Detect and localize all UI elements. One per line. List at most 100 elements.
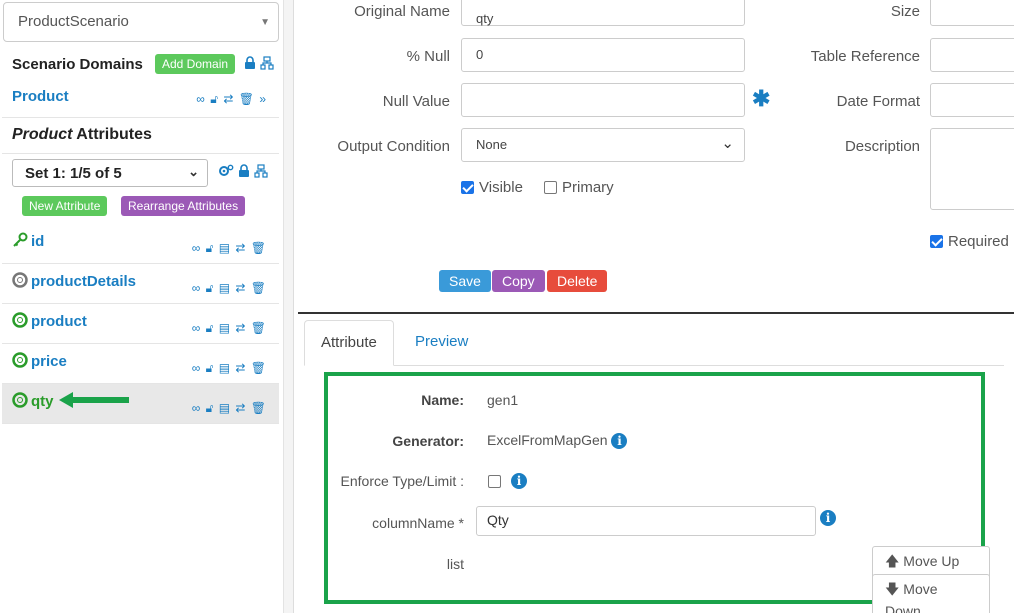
attribute-name[interactable]: price — [12, 352, 67, 370]
pct-null-input[interactable]: 0 — [461, 38, 745, 72]
output-condition-value: None — [476, 137, 508, 152]
tab-preview[interactable]: Preview — [399, 320, 484, 366]
enforce-type-label: Enforce Type/Limit : — [340, 473, 464, 489]
output-condition-label: Output Condition — [337, 138, 450, 155]
attribute-set-select[interactable]: Set 1: 1/5 of 5 ⌄ — [12, 159, 208, 187]
attribute-action-icons: ∞ 🔓︎ ▤ ⇄ 🗑︎ — [191, 401, 267, 415]
link-icon[interactable]: ∞ — [196, 92, 206, 106]
size-label: Size — [890, 3, 920, 20]
tab-attribute[interactable]: Attribute — [304, 320, 394, 366]
primary-label: Primary — [562, 179, 614, 196]
section-divider — [298, 312, 1014, 314]
column-name-value: Qty — [487, 512, 509, 528]
lifebuoy-green-icon — [12, 312, 28, 328]
lifebuoy-green-icon — [12, 352, 28, 368]
attributes-title-domain: Product — [12, 126, 73, 143]
attribute-action-icons: ∞ 🔓︎ ▤ ⇄ 🗑︎ — [191, 281, 267, 295]
tab-bar: Attribute Preview — [304, 320, 1004, 366]
size-input[interactable] — [930, 0, 1014, 26]
attributes-title: Product Attributes — [12, 126, 152, 144]
generator-name-value: gen1 — [487, 392, 519, 408]
checkbox-unchecked-icon[interactable] — [544, 181, 557, 194]
checkbox-checked-icon[interactable] — [930, 235, 943, 248]
attribute-name[interactable]: id — [12, 232, 44, 250]
visible-label: Visible — [479, 179, 523, 196]
key-icon — [13, 232, 28, 247]
info-icon[interactable]: i — [511, 473, 527, 489]
table-reference-input[interactable] — [930, 38, 1014, 72]
hierarchy-icon[interactable] — [260, 56, 274, 70]
lifebuoy-gray-icon — [12, 272, 28, 288]
domain-lock-icons — [244, 56, 274, 73]
attribute-name[interactable]: productDetails — [12, 272, 136, 290]
attribute-row-price[interactable]: price ∞ 🔓︎ ▤ ⇄ 🗑︎ — [2, 344, 279, 384]
attribute-name-text: qty — [31, 393, 54, 410]
primary-checkbox[interactable]: Primary — [544, 179, 614, 196]
info-icon[interactable]: i — [820, 510, 836, 526]
swap-icon[interactable]: ⇄ — [223, 92, 234, 106]
chevron-down-icon: ⌄ — [721, 135, 734, 152]
lock-icon[interactable] — [238, 164, 250, 178]
set-action-icons — [218, 164, 268, 181]
arrow-down-icon: 🡇 — [885, 581, 900, 597]
lock-icon[interactable] — [244, 56, 256, 70]
attribute-name-text: id — [31, 233, 45, 250]
date-format-input[interactable] — [930, 83, 1014, 117]
attribute-action-icons: ∞ 🔓︎ ▤ ⇄ 🗑︎ — [191, 361, 267, 375]
lifebuoy-green-icon — [12, 392, 28, 408]
original-name-value: qty — [476, 11, 494, 26]
null-value-label: Null Value — [382, 93, 450, 110]
checkbox-checked-icon[interactable] — [461, 181, 474, 194]
green-arrow-annotation — [59, 392, 129, 408]
attributes-title-text: Attributes — [72, 126, 152, 143]
generator-value: ExcelFromMapGen i — [487, 432, 628, 449]
scenario-domains-title: Scenario Domains — [12, 56, 143, 73]
column-name-label: columnName * — [372, 515, 464, 531]
attribute-action-icons: ∞ 🔓︎ ▤ ⇄ 🗑︎ — [191, 241, 267, 255]
unlock-icon[interactable]: 🔓︎ — [210, 92, 219, 106]
copy-button[interactable]: Copy — [492, 270, 545, 292]
sidebar: ProductScenario ▼ Scenario Domains Add D… — [0, 0, 284, 613]
column-name-input[interactable]: Qty — [476, 506, 816, 536]
description-textarea[interactable] — [930, 128, 1014, 210]
attribute-row-productdetails[interactable]: productDetails ∞ 🔓︎ ▤ ⇄ 🗑︎ — [2, 264, 279, 304]
visible-checkbox[interactable]: Visible — [461, 179, 523, 196]
attribute-name-text: productDetails — [31, 273, 137, 290]
pct-null-value: 0 — [476, 47, 484, 62]
chevron-double-down-icon[interactable]: » — [259, 92, 267, 106]
attribute-row-product[interactable]: product ∞ 🔓︎ ▤ ⇄ 🗑︎ — [2, 304, 279, 344]
add-domain-button[interactable]: Add Domain — [155, 54, 236, 74]
gears-icon[interactable] — [218, 164, 234, 178]
checkbox-unchecked-icon[interactable] — [488, 475, 501, 488]
required-checkbox[interactable]: Required — [930, 233, 1009, 250]
delete-button[interactable]: Delete — [547, 270, 608, 292]
description-label: Description — [844, 138, 920, 155]
caret-down-icon: ▼ — [260, 17, 270, 28]
output-condition-select[interactable]: None ⌄ — [461, 128, 745, 162]
save-button[interactable]: Save — [439, 270, 491, 292]
null-value-input[interactable] — [461, 83, 745, 117]
new-attribute-button[interactable]: New Attribute — [22, 196, 108, 216]
attribute-name[interactable]: qty — [12, 392, 54, 410]
attribute-row-qty[interactable]: qty ∞ 🔓︎ ▤ ⇄ 🗑︎ — [2, 384, 279, 424]
scenario-select[interactable]: ProductScenario ▼ — [3, 2, 279, 42]
domain-product-link[interactable]: Product — [12, 88, 69, 105]
attribute-name[interactable]: product — [12, 312, 87, 330]
generator-value-text: ExcelFromMapGen — [487, 432, 608, 448]
hierarchy-icon[interactable] — [254, 164, 268, 178]
trash-icon[interactable]: 🗑︎ — [239, 92, 255, 106]
original-name-input[interactable]: qty — [461, 0, 745, 26]
info-icon[interactable]: i — [611, 433, 628, 449]
rearrange-attributes-button[interactable]: Rearrange Attributes — [121, 196, 246, 216]
move-down-button[interactable]: 🡇 Move Down — [872, 574, 990, 613]
generator-name-label: Name: — [421, 392, 464, 408]
table-reference-label: Table Reference — [810, 48, 920, 65]
scenario-domains-section: Scenario Domains Add Domain Product ∞ 🔓︎… — [2, 48, 279, 118]
asterisk-icon: ✱ — [752, 86, 771, 111]
move-up-label: Move Up — [903, 553, 960, 569]
attribute-row-id[interactable]: id ∞ 🔓︎ ▤ ⇄ 🗑︎ — [2, 224, 279, 264]
attribute-name-text: product — [31, 313, 87, 330]
enforce-type-checkbox[interactable] — [488, 473, 506, 489]
arrow-up-icon: 🡅 — [885, 553, 900, 569]
sidebar-scrollbar[interactable] — [284, 0, 294, 613]
